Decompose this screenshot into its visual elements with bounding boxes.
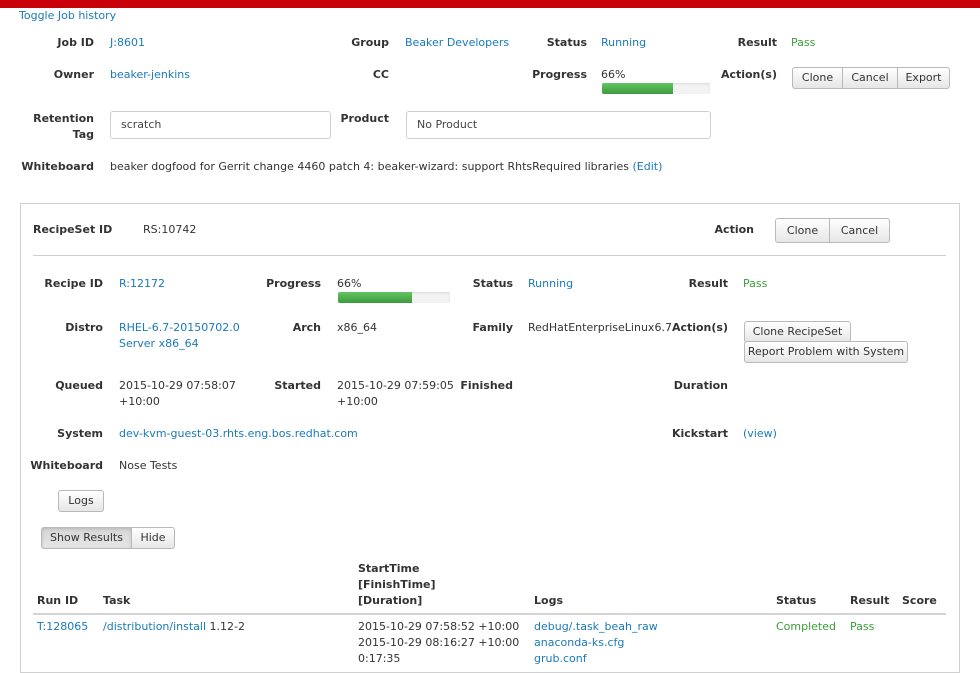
job-actions-group: Clone Cancel Export xyxy=(792,67,950,89)
hide-results-button[interactable]: Hide xyxy=(131,527,175,549)
start-time-value: 2015-10-29 07:58:52 +10:00 xyxy=(358,620,520,633)
recipe-progress-fill xyxy=(338,292,412,303)
started-value-line2: +10:00 xyxy=(337,395,378,408)
product-label: Product xyxy=(340,112,389,125)
recipe-whiteboard-value: Nose Tests xyxy=(119,459,178,472)
col-header-run-id: Run ID xyxy=(37,594,79,607)
recipe-id-link[interactable]: R:12172 xyxy=(119,277,165,290)
task-status-value: Completed xyxy=(776,620,836,633)
recipe-result-label: Result xyxy=(688,277,728,290)
job-progress-fill xyxy=(602,83,674,94)
clone-recipeset-button[interactable]: Clone RecipeSet xyxy=(744,321,851,343)
table-header-divider xyxy=(33,613,946,615)
job-progress-bar xyxy=(602,83,710,94)
job-whiteboard-text-wrap: beaker dogfood for Gerrit change 4460 pa… xyxy=(110,160,662,173)
job-whiteboard-text: beaker dogfood for Gerrit change 4460 pa… xyxy=(110,160,629,173)
log-link-task-beah-raw[interactable]: debug/.task_beah_raw xyxy=(534,620,658,633)
job-progress-label: Progress xyxy=(532,68,587,81)
system-link[interactable]: dev-kvm-guest-03.rhts.eng.bos.redhat.com xyxy=(119,427,358,440)
recipe-status-label: Status xyxy=(472,277,513,290)
recipeset-action-label: Action xyxy=(714,223,754,236)
duration-value: 0:17:35 xyxy=(358,652,401,665)
job-id-link[interactable]: J:8601 xyxy=(110,36,145,49)
col-header-result: Result xyxy=(850,594,890,607)
log-link-anaconda-ks[interactable]: anaconda-ks.cfg xyxy=(534,636,624,649)
col-header-start-time: StartTime xyxy=(358,562,420,575)
system-label: System xyxy=(57,427,103,440)
retention-label-line1: Retention xyxy=(33,112,94,125)
col-header-finish-time: [FinishTime] xyxy=(358,578,436,591)
report-problem-button[interactable]: Report Problem with System xyxy=(744,341,908,363)
run-id-link[interactable]: T:128065 xyxy=(37,620,88,633)
recipe-whiteboard-label: Whiteboard xyxy=(30,459,103,472)
recipe-progress-label: Progress xyxy=(266,277,321,290)
kickstart-view-link[interactable]: (view) xyxy=(743,427,777,440)
queued-value-line1: 2015-10-29 07:58:07 xyxy=(119,379,236,392)
job-result-value: Pass xyxy=(791,36,816,49)
log-link-grub-conf[interactable]: grub.conf xyxy=(534,652,587,665)
owner-link[interactable]: beaker-jenkins xyxy=(110,68,190,81)
job-export-button[interactable]: Export xyxy=(897,67,950,89)
finished-label: Finished xyxy=(460,379,513,392)
whiteboard-edit-link[interactable]: (Edit) xyxy=(633,160,663,173)
started-label: Started xyxy=(274,379,321,392)
recipeset-id-value: RS:10742 xyxy=(143,223,197,236)
arch-label: Arch xyxy=(292,321,321,334)
job-result-label: Result xyxy=(737,36,777,49)
group-link[interactable]: Beaker Developers xyxy=(405,36,509,49)
arch-value: x86_64 xyxy=(337,321,378,334)
logs-button[interactable]: Logs xyxy=(58,490,104,512)
job-clone-button[interactable]: Clone xyxy=(792,67,843,89)
recipe-status-value: Running xyxy=(528,277,574,290)
task-link[interactable]: /distribution/install xyxy=(103,620,206,633)
col-header-task: Task xyxy=(103,594,131,607)
top-brand-bar xyxy=(0,0,980,8)
distro-link-line1[interactable]: RHEL-6.7-20150702.0 xyxy=(119,321,240,334)
retention-tag-select[interactable]: scratch xyxy=(110,111,331,139)
col-header-duration: [Duration] xyxy=(358,594,423,607)
owner-label: Owner xyxy=(53,68,94,81)
finish-time-value: 2015-10-29 08:16:27 +10:00 xyxy=(358,636,520,649)
recipe-result-value: Pass xyxy=(743,277,768,290)
distro-link-line2[interactable]: Server x86_64 xyxy=(119,337,199,350)
retention-label-line2: Tag xyxy=(72,128,94,141)
cc-label: CC xyxy=(372,68,389,81)
col-header-logs: Logs xyxy=(534,594,563,607)
recipe-progress-text: 66% xyxy=(337,277,362,290)
kickstart-label: Kickstart xyxy=(671,427,728,440)
job-status-label: Status xyxy=(546,36,587,49)
task-version: 1.12-2 xyxy=(209,620,245,633)
col-header-score: Score xyxy=(902,594,937,607)
recipe-actions-label: Action(s) xyxy=(671,321,728,334)
queued-label: Queued xyxy=(55,379,103,392)
job-progress-text: 66% xyxy=(601,68,626,81)
job-status-value: Running xyxy=(601,36,647,49)
started-value-line1: 2015-10-29 07:59:05 xyxy=(337,379,454,392)
group-label: Group xyxy=(351,36,389,49)
queued-value-line2: +10:00 xyxy=(119,395,160,408)
job-cancel-button[interactable]: Cancel xyxy=(842,67,898,89)
recipeset-clone-button[interactable]: Clone xyxy=(775,218,830,243)
family-label: Family xyxy=(472,321,513,334)
toggle-job-history-link[interactable]: Toggle Job history xyxy=(19,9,116,22)
recipeset-actions-group: Clone Cancel xyxy=(775,218,890,243)
job-whiteboard-label: Whiteboard xyxy=(21,160,94,173)
recipeset-id-label: RecipeSet ID xyxy=(33,223,113,236)
job-id-label: Job ID xyxy=(57,36,94,49)
duration-label: Duration xyxy=(673,379,728,392)
col-header-status: Status xyxy=(776,594,817,607)
recipe-progress-bar xyxy=(338,292,450,303)
recipeset-divider xyxy=(33,255,946,256)
show-results-button[interactable]: Show Results xyxy=(41,527,132,549)
task-cell: /distribution/install 1.12-2 xyxy=(103,620,245,633)
recipe-id-label: Recipe ID xyxy=(44,277,103,290)
job-actions-label: Action(s) xyxy=(720,68,777,81)
family-value: RedHatEnterpriseLinux6.7 xyxy=(528,321,672,334)
task-result-value: Pass xyxy=(850,620,875,633)
distro-label: Distro xyxy=(65,321,103,334)
product-select[interactable]: No Product xyxy=(406,111,711,139)
results-toggle-group: Show Results Hide xyxy=(41,527,175,549)
recipeset-cancel-button[interactable]: Cancel xyxy=(829,218,890,243)
